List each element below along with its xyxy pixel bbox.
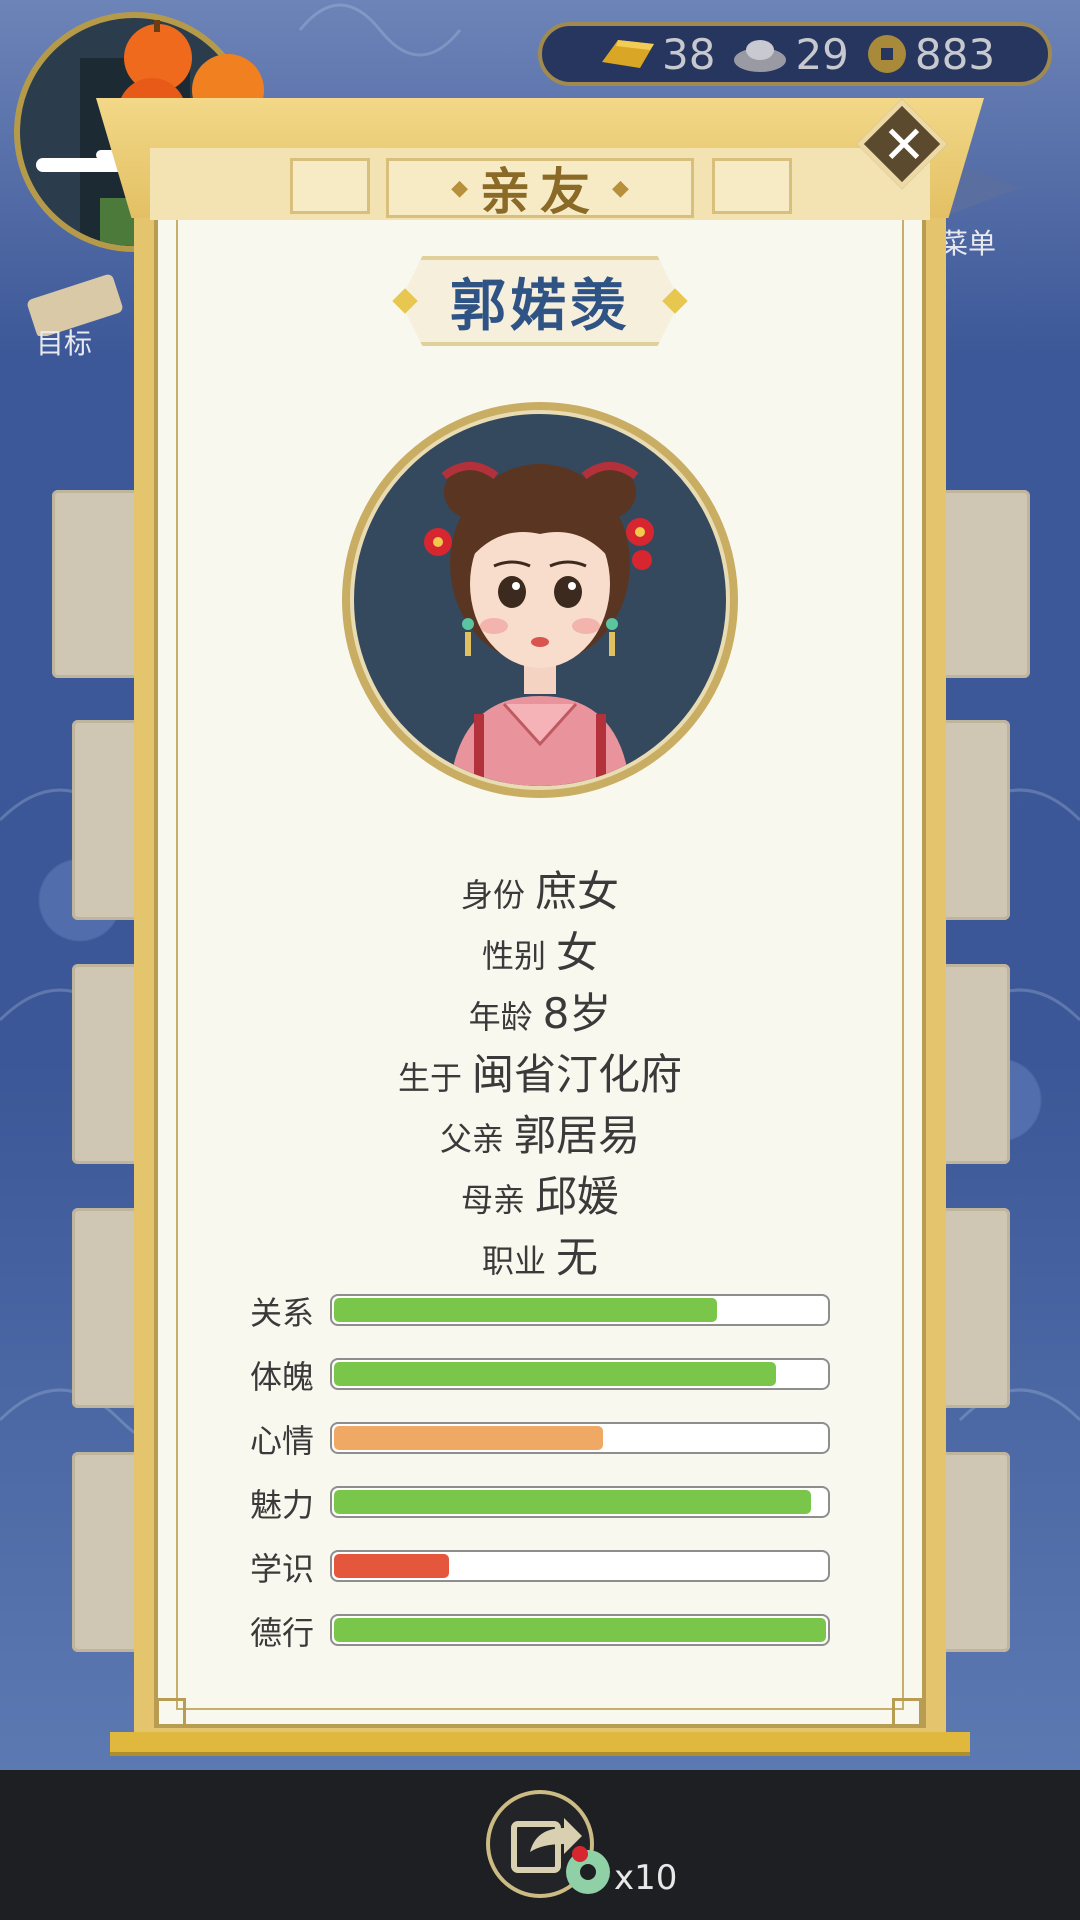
info-label: 年龄 — [468, 998, 533, 1036]
title-diamond-icon: ◆ — [612, 175, 629, 201]
header-ornament-box — [712, 158, 792, 214]
corner-ornament — [892, 1698, 922, 1728]
stat-virtue: 德行 — [250, 1612, 830, 1652]
stat-track — [330, 1550, 830, 1582]
side-card — [72, 1452, 142, 1652]
currency-copper: 883 — [865, 30, 1003, 79]
stat-track — [330, 1486, 830, 1518]
info-label: 父亲 — [439, 1120, 504, 1158]
info-value: 庶女 — [535, 867, 620, 916]
side-card — [940, 720, 1010, 920]
panel-title-text: 亲友 — [480, 163, 600, 221]
gold-ingot-icon — [602, 40, 654, 68]
goal-button-label[interactable]: 目标 — [36, 322, 92, 362]
stat-track — [330, 1614, 830, 1646]
side-card — [940, 1208, 1010, 1408]
stat-fill — [334, 1490, 812, 1514]
stat-fill — [334, 1298, 717, 1322]
stat-label: 关系 — [250, 1294, 315, 1332]
info-gender: 性别女 — [176, 919, 904, 980]
panel-title: ◆ 亲友 ◆ — [386, 158, 694, 221]
stat-fill — [334, 1554, 450, 1578]
stat-charm: 魅力 — [250, 1484, 830, 1524]
silver-ingot-icon — [734, 40, 787, 72]
side-card — [72, 1208, 142, 1408]
stat-label: 学识 — [250, 1550, 315, 1588]
gold-value: 38 — [662, 29, 716, 79]
share-reward-count: x10 — [614, 1858, 678, 1898]
info-birthplace: 生于 闽省汀化府 — [176, 1041, 904, 1102]
side-card — [940, 1452, 1010, 1652]
stat-fill — [334, 1362, 777, 1386]
side-card — [72, 964, 142, 1164]
info-label: 生于 — [397, 1059, 462, 1097]
stat-knowledge: 学识 — [250, 1548, 830, 1588]
close-icon: ✕ — [871, 122, 932, 166]
info-occupation: 职业无 — [176, 1224, 904, 1285]
currency-gold: 38 — [598, 30, 723, 79]
stat-mood: 心情 — [250, 1420, 830, 1460]
title-diamond-icon: ◆ — [451, 175, 468, 201]
stat-label: 心情 — [250, 1422, 315, 1460]
stat-fill — [334, 1618, 826, 1642]
jade-bi-icon — [566, 1846, 610, 1894]
info-value: 8岁 — [542, 989, 612, 1038]
stat-relationship: 关系 — [250, 1292, 830, 1332]
side-card — [52, 490, 142, 678]
stat-label: 体魄 — [250, 1358, 315, 1396]
info-value: 闽省汀化府 — [472, 1050, 683, 1099]
side-card — [72, 720, 142, 920]
info-label: 职业 — [481, 1242, 546, 1280]
info-identity: 身份 庶女 — [176, 858, 904, 919]
info-value: 无 — [556, 1233, 599, 1282]
header-ornament-box — [290, 158, 370, 214]
stat-track — [330, 1422, 830, 1454]
info-label: 性别 — [481, 937, 546, 975]
currency-silver: 29 — [731, 30, 856, 79]
copper-coin-icon — [867, 35, 906, 73]
info-value: 郭居易 — [514, 1111, 641, 1160]
stat-fill — [334, 1426, 603, 1450]
person-name: 郭婼羡 — [450, 273, 630, 339]
stat-physique: 体魄 — [250, 1356, 830, 1396]
stat-track — [330, 1358, 830, 1390]
info-mother: 母亲 邱媛 — [176, 1163, 904, 1224]
currency-bar: 38 29 883 — [538, 22, 1052, 86]
side-card — [940, 964, 1010, 1164]
corner-ornament — [156, 1698, 186, 1728]
info-age: 年龄 8岁 — [176, 980, 904, 1041]
person-portrait — [342, 402, 738, 798]
info-value: 女 — [556, 928, 599, 977]
stat-label: 魅力 — [250, 1486, 315, 1524]
name-plate: 郭婼羡 — [400, 256, 680, 346]
scroll-bottom-rod — [110, 1732, 970, 1756]
copper-value: 883 — [914, 29, 996, 79]
side-card — [940, 490, 1030, 678]
menu-button-label[interactable]: 菜单 — [940, 222, 996, 262]
stat-label: 德行 — [250, 1614, 315, 1652]
info-label: 身份 — [460, 876, 525, 914]
stat-track — [330, 1294, 830, 1326]
info-value: 邱媛 — [535, 1172, 620, 1221]
info-label: 母亲 — [460, 1181, 525, 1219]
silver-value: 29 — [795, 29, 849, 79]
girl-portrait-illustration — [424, 462, 654, 786]
info-father: 父亲 郭居易 — [176, 1102, 904, 1163]
